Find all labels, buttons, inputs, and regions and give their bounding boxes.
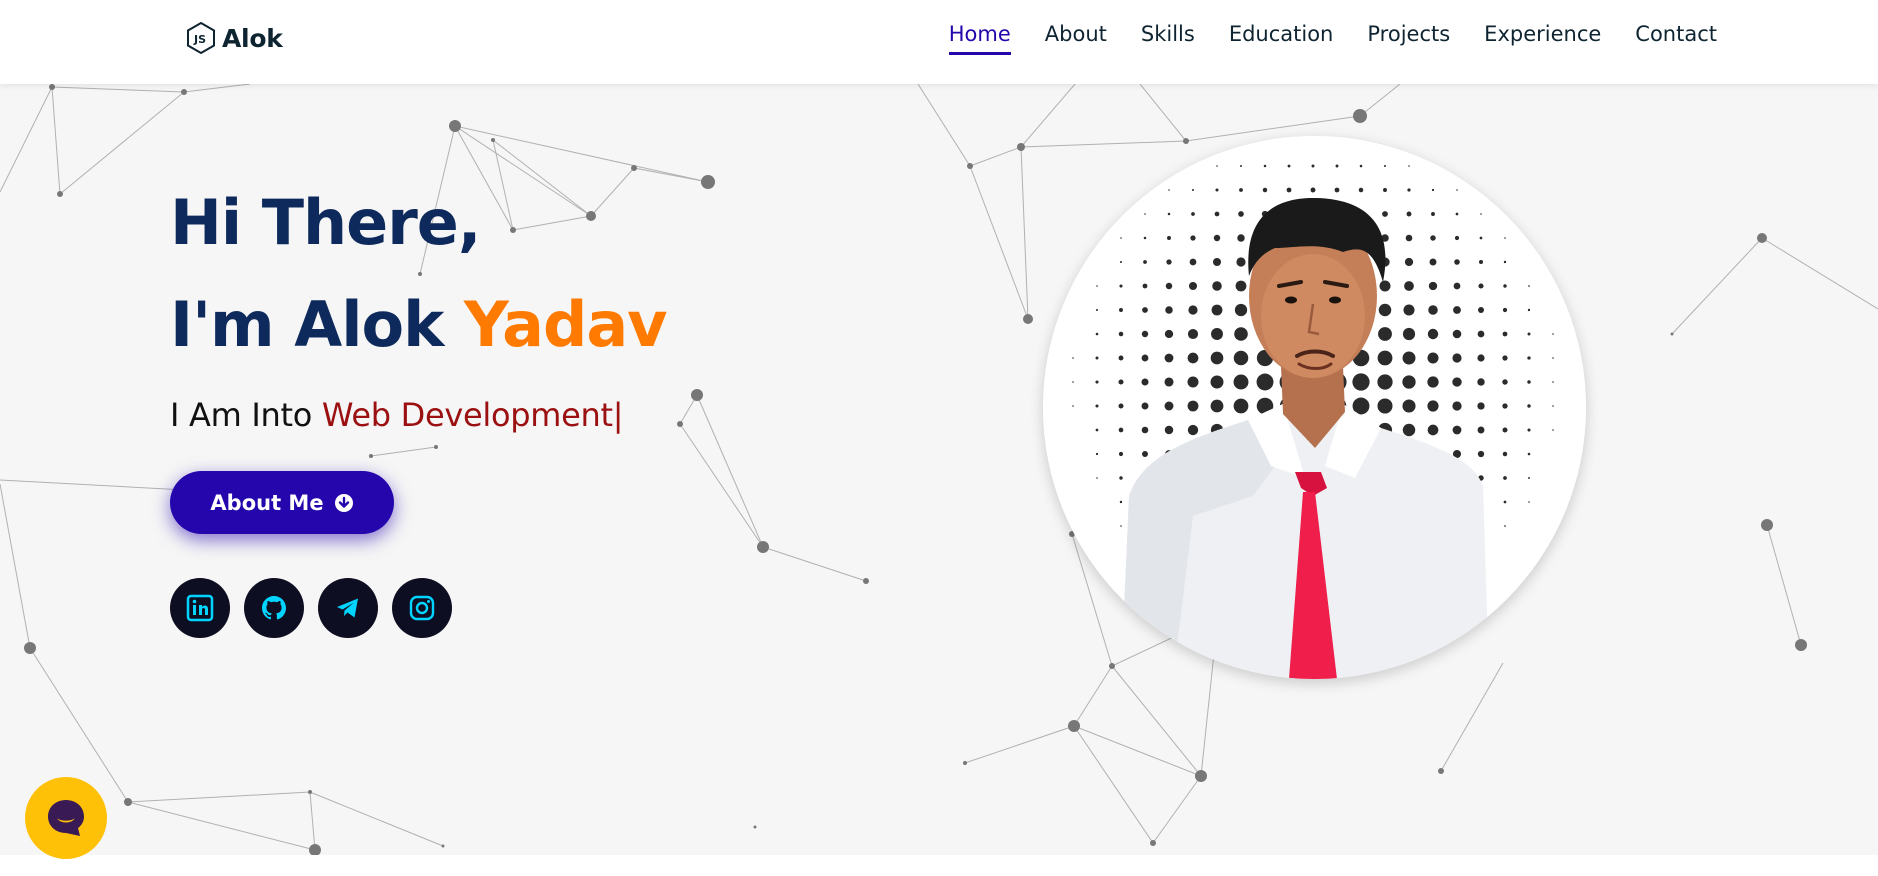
telegram-icon xyxy=(337,598,358,618)
about-me-button[interactable]: About Me xyxy=(170,471,394,534)
hero-greeting: Hi There, xyxy=(170,186,481,259)
site-header: JS Alok Home About Skills Education Proj… xyxy=(0,0,1878,84)
linkedin-icon xyxy=(186,594,214,622)
nav-item-skills[interactable]: Skills xyxy=(1141,22,1195,55)
svg-text:JS: JS xyxy=(193,33,206,46)
page: JS Alok Home About Skills Education Proj… xyxy=(0,0,1878,876)
profile-photo-illustration xyxy=(1043,136,1586,679)
chat-widget-button[interactable] xyxy=(25,777,107,859)
about-me-button-label: About Me xyxy=(210,490,324,515)
arrow-circle-down-icon xyxy=(334,493,353,512)
brand-name: Alok xyxy=(222,23,283,53)
github-link[interactable] xyxy=(244,578,304,638)
brand-logo[interactable]: JS Alok xyxy=(186,18,283,58)
hero-name-first: I'm Alok xyxy=(170,288,444,361)
nav-item-projects[interactable]: Projects xyxy=(1367,22,1450,55)
typed-cursor: | xyxy=(612,396,624,434)
linkedin-link[interactable] xyxy=(170,578,230,638)
chat-face-icon xyxy=(48,800,84,836)
nav-item-education[interactable]: Education xyxy=(1229,22,1334,55)
instagram-icon xyxy=(409,595,435,621)
instagram-link[interactable] xyxy=(392,578,452,638)
telegram-link[interactable] xyxy=(318,578,378,638)
typed-prefix: I Am Into xyxy=(170,396,312,434)
nav-item-contact[interactable]: Contact xyxy=(1635,22,1717,55)
main-nav: Home About Skills Education Projects Exp… xyxy=(915,22,1717,55)
hero-section: Hi There, I'm Alok Yadav I Am Into Web D… xyxy=(0,84,1878,855)
nodejs-icon: JS xyxy=(187,22,215,54)
profile-photo xyxy=(1043,136,1586,679)
social-links xyxy=(170,578,452,638)
hero-name: I'm Alok Yadav xyxy=(170,288,668,361)
typed-highlight: Web Development xyxy=(321,396,613,434)
nav-item-experience[interactable]: Experience xyxy=(1484,22,1601,55)
nav-item-about[interactable]: About xyxy=(1045,22,1107,55)
github-icon xyxy=(262,596,286,620)
nav-item-home[interactable]: Home xyxy=(948,22,1011,55)
hero-typed-text: I Am Into Web Development| xyxy=(170,396,624,434)
hero-name-last: Yadav xyxy=(463,288,668,361)
